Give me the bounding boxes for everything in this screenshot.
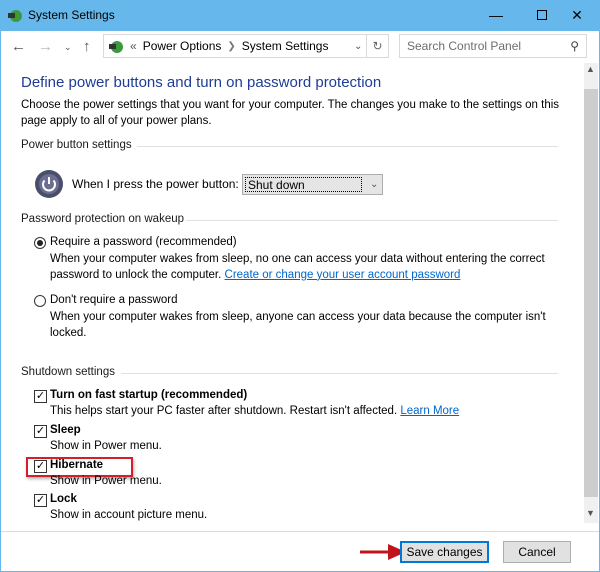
require-password-radio[interactable] — [34, 237, 46, 249]
maximize-icon — [537, 10, 547, 20]
fast-startup-description: This helps start your PC faster after sh… — [50, 405, 459, 417]
back-button[interactable]: ← — [11, 38, 26, 55]
no-password-description: When your computer wakes from sleep, any… — [50, 311, 546, 339]
lock-checkbox[interactable]: ✓ — [34, 494, 47, 507]
fast-startup-label[interactable]: Turn on fast startup (recommended) — [50, 389, 247, 401]
divider — [186, 220, 558, 221]
refresh-icon[interactable]: ↻ — [366, 35, 388, 57]
cancel-button[interactable]: Cancel — [503, 541, 571, 563]
description-text: This helps start your PC faster after sh… — [50, 405, 398, 417]
close-icon: ✕ — [571, 6, 583, 23]
power-button-label: When I press the power button: — [72, 177, 239, 191]
scroll-down-icon[interactable]: ▼ — [586, 508, 595, 518]
lock-description: Show in account picture menu. — [50, 509, 208, 521]
power-button-action-select[interactable]: Shut down ⌄ — [242, 174, 383, 195]
address-bar[interactable]: « Power Options ❯ System Settings ⌄ ↻ — [103, 34, 389, 58]
close-button[interactable]: ✕ — [554, 0, 600, 30]
search-placeholder: Search Control Panel — [407, 39, 522, 53]
sleep-checkbox[interactable]: ✓ — [34, 425, 47, 438]
no-password-label[interactable]: Don't require a password — [50, 294, 177, 306]
chevron-down-icon: ⌄ — [370, 179, 379, 190]
hibernate-highlight-box — [26, 457, 133, 477]
require-password-label[interactable]: Require a password (recommended) — [50, 236, 237, 248]
sleep-description: Show in Power menu. — [50, 440, 162, 452]
address-dropdown-icon[interactable]: ⌄ — [354, 41, 366, 52]
scroll-up-icon[interactable]: ▲ — [586, 64, 595, 74]
page-title: Define power buttons and turn on passwor… — [21, 74, 382, 91]
hibernate-description: Show in Power menu. — [50, 475, 162, 487]
power-button-settings-heading: Power button settings — [21, 139, 132, 151]
window-title: System Settings — [28, 8, 115, 22]
up-button[interactable]: ↑ — [83, 38, 91, 55]
overflow-chevron[interactable]: « — [130, 39, 137, 53]
scrollbar-thumb[interactable] — [584, 89, 598, 497]
recent-locations-dropdown[interactable]: ⌄ — [64, 42, 72, 53]
divider — [121, 373, 558, 374]
power-button-icon — [35, 170, 63, 198]
learn-more-link[interactable]: Learn More — [400, 405, 459, 417]
power-options-icon — [8, 10, 22, 22]
search-icon[interactable]: ⚲ — [570, 39, 579, 53]
breadcrumb-separator-icon: ❯ — [227, 40, 236, 52]
shutdown-settings-heading: Shutdown settings — [21, 366, 115, 378]
selected-value: Shut down — [245, 177, 362, 192]
breadcrumb-system-settings[interactable]: System Settings — [242, 39, 329, 53]
change-password-link[interactable]: Create or change your user account passw… — [225, 269, 461, 281]
sleep-label[interactable]: Sleep — [50, 424, 81, 436]
no-password-radio[interactable] — [34, 295, 46, 307]
breadcrumb-power-options[interactable]: Power Options — [143, 39, 222, 53]
require-password-description: When your computer wakes from sleep, no … — [50, 252, 550, 283]
save-changes-button[interactable]: Save changes — [400, 541, 489, 563]
lock-label[interactable]: Lock — [50, 493, 77, 505]
forward-button[interactable]: → — [38, 38, 53, 55]
password-protection-heading: Password protection on wakeup — [21, 213, 185, 225]
divider — [137, 146, 558, 147]
page-description: Choose the power settings that you want … — [21, 99, 560, 127]
minimize-icon: — — [489, 7, 503, 23]
power-options-icon — [109, 41, 123, 53]
fast-startup-checkbox[interactable]: ✓ — [34, 390, 47, 403]
minimize-button[interactable]: — — [473, 0, 519, 30]
search-input[interactable]: Search Control Panel ⚲ — [399, 34, 587, 58]
